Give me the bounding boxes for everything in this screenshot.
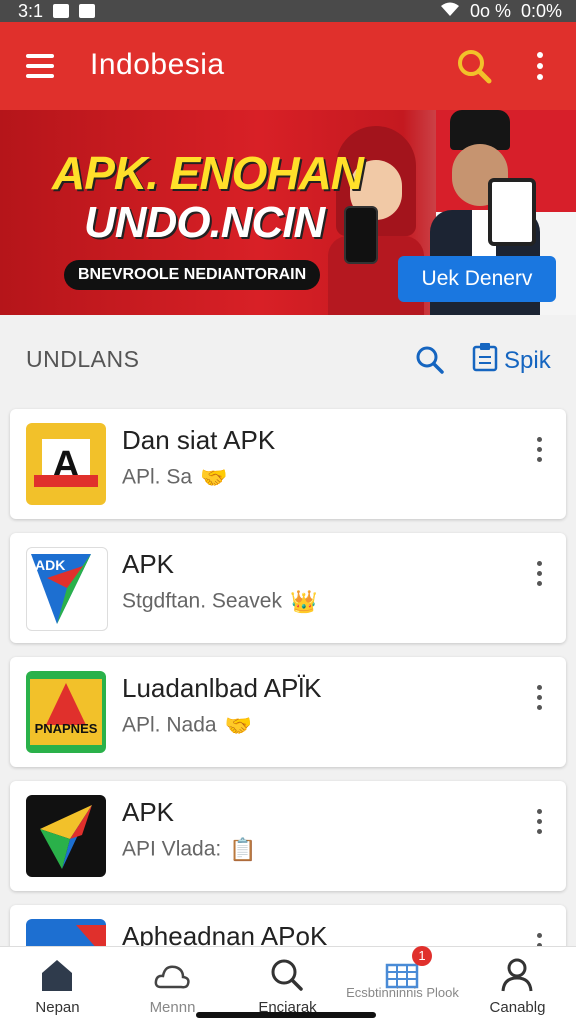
promo-banner[interactable]: APK. ENOHAN UNDO.NCIN BNEVROOLE NEDIANTO… — [0, 110, 576, 315]
app-name: Dan siat APK — [122, 425, 276, 455]
cloud-icon — [153, 957, 191, 993]
more-vert-icon[interactable] — [534, 685, 544, 715]
search-icon[interactable] — [454, 46, 494, 86]
app-card[interactable]: APK API Vlada: 📋 — [10, 781, 566, 891]
clipboard-icon: 📋 — [229, 837, 257, 862]
app-name: Luadanlbad APl̈K — [122, 673, 322, 703]
more-vert-icon[interactable] — [534, 809, 544, 839]
gallery-icon — [53, 4, 70, 18]
search-icon[interactable] — [414, 344, 446, 376]
phone-image — [488, 178, 536, 246]
banner-pill: BNEVROOLE NEDIANTORAIN — [64, 260, 321, 290]
handshake-icon: 🤝 — [200, 465, 228, 490]
spik-button[interactable]: Spik — [472, 342, 551, 379]
handshake-icon: 🤝 — [224, 713, 252, 738]
clipboard-icon — [472, 342, 498, 379]
nav-item-profile[interactable]: Canablg — [460, 947, 575, 1025]
app-icon: ADK — [26, 547, 108, 631]
status-time: 3:1 — [18, 0, 44, 21]
crown-icon: 👑 — [289, 589, 318, 614]
wifi-icon — [440, 1, 460, 22]
more-vert-icon[interactable] — [534, 561, 544, 591]
app-meta: APl. Sa 🤝 — [122, 465, 228, 490]
page-title: Indobesia — [90, 48, 225, 81]
section-label: UNDLANS — [26, 346, 140, 372]
svg-text:ADK: ADK — [35, 557, 65, 573]
banner-headline: APK. ENOHAN — [52, 147, 364, 199]
app-name: APK — [122, 797, 175, 827]
battery-text: 0:0% — [520, 0, 562, 21]
search-icon — [268, 957, 306, 993]
more-vert-icon[interactable] — [534, 437, 544, 467]
nav-label: Nepan — [35, 999, 80, 1016]
app-meta: APl. Nada 🤝 — [122, 713, 252, 738]
status-bar: 3:1 0o % 0:0% — [0, 0, 576, 22]
app-bar: Indobesia — [0, 22, 576, 110]
app-card[interactable]: PNAPNES Luadanlbad APl̈K APl. Nada 🤝 — [10, 657, 566, 767]
nav-label: Canablg — [489, 999, 546, 1016]
home-indicator[interactable] — [196, 1012, 376, 1018]
nav-item-home[interactable]: Nepan — [0, 947, 115, 1025]
banner-cta-button[interactable]: Uek Denerv — [398, 256, 556, 302]
app-card[interactable]: A Dan siat APK APl. Sa 🤝 — [10, 409, 566, 519]
spik-label: Spik — [504, 346, 551, 374]
app-icon — [26, 795, 106, 877]
notification-badge: 1 — [412, 946, 432, 966]
app-card[interactable]: ADK APK Stgdftan. Seavek 👑 — [10, 533, 566, 643]
app-meta: API Vlada: 📋 — [122, 837, 257, 862]
app-meta: Stgdftan. Seavek 👑 — [122, 589, 318, 614]
person-icon — [498, 957, 536, 993]
more-vert-icon[interactable] — [530, 52, 550, 82]
hamburger-menu-icon[interactable] — [26, 54, 54, 78]
app-name: APK — [122, 549, 175, 579]
app-icon: PNAPNES — [26, 671, 106, 753]
lock-icon — [79, 4, 96, 18]
banner-subheadline: UNDO.NCIN — [84, 198, 325, 247]
nav-label: Ecsbtinninnis Plook — [346, 985, 459, 1000]
home-icon — [38, 957, 76, 993]
phone-image — [344, 206, 378, 264]
signal-text: 0o % — [469, 0, 511, 21]
section-header: UNDLANS Spik — [0, 316, 576, 406]
app-icon: A — [26, 423, 106, 505]
svg-text:PNAPNES: PNAPNES — [35, 721, 98, 736]
